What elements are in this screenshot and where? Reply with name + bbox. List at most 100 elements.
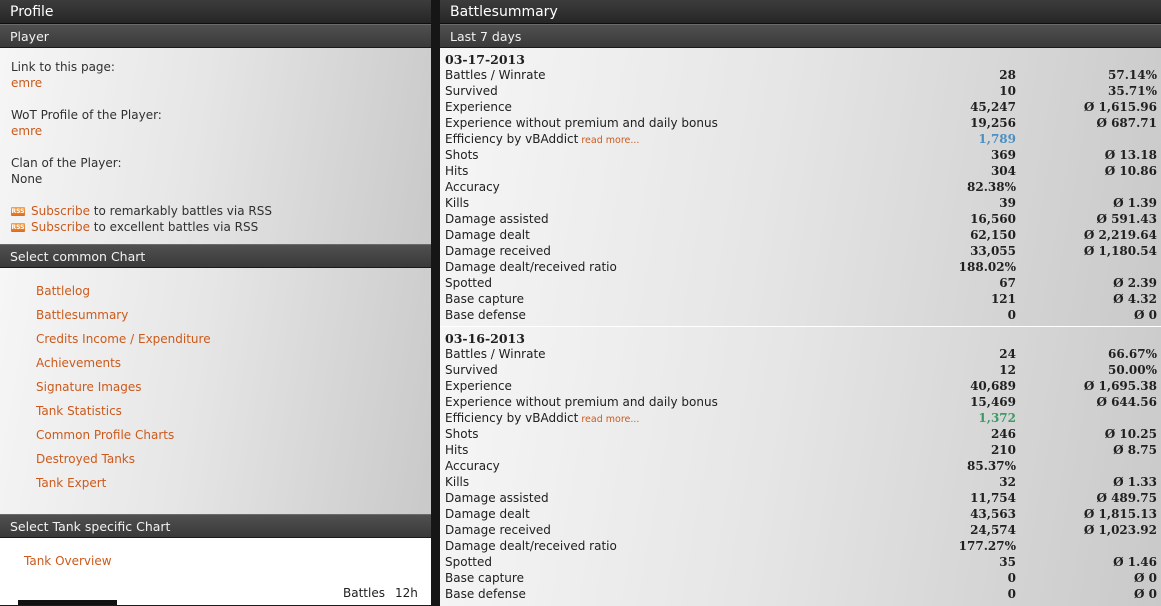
stat-total: 19,256 — [970, 116, 1016, 130]
stat-label-text: Damage dealt — [445, 507, 530, 521]
stat-label-text: Experience without premium and daily bon… — [445, 395, 718, 409]
stat-label: Battles / Winrate — [445, 346, 546, 362]
wot-profile-link[interactable]: emre — [11, 123, 431, 139]
stat-total: 210 — [990, 443, 1016, 457]
stat-label: Base defense — [445, 586, 526, 602]
stat-label: Battles / Winrate — [445, 67, 546, 83]
common-chart-header: Select common Chart — [0, 244, 431, 268]
chart-link-achievements[interactable]: Achievements — [36, 355, 431, 379]
stat-total: 304 — [990, 164, 1016, 178]
column-header-12h[interactable]: 12h — [395, 586, 418, 600]
rss-subscriptions: RSS Subscribe to remarkably battles via … — [11, 203, 431, 235]
stat-total: 24,574 — [970, 523, 1016, 537]
stat-total: 32 — [999, 475, 1016, 489]
read-more-link[interactable]: read more... — [581, 414, 639, 425]
chart-link-tank-expert[interactable]: Tank Expert — [36, 475, 431, 499]
stat-label: Shots — [445, 426, 479, 442]
stat-row: Damage assisted 11,754 Ø 489.75 — [445, 490, 1161, 506]
stat-row: Damage dealt 43,563 Ø 1,815.13 — [445, 506, 1161, 522]
stat-label: Kills — [445, 195, 469, 211]
stat-total: 10 — [999, 84, 1016, 98]
stat-average: Ø 10.25 — [1104, 427, 1157, 441]
subscribe-link[interactable]: Subscribe — [31, 219, 90, 235]
stat-average: Ø 0 — [1134, 571, 1157, 585]
stat-row: Efficiency by vBAddict read more... 1,372 — [445, 410, 1161, 426]
stat-label-text: Spotted — [445, 555, 492, 569]
stat-average: Ø 10.86 — [1104, 164, 1157, 178]
stat-label-text: Survived — [445, 84, 498, 98]
battlesummary-title: Battlesummary — [440, 0, 1161, 24]
tank-overview-link[interactable]: Tank Overview — [24, 554, 112, 568]
stat-total: 24 — [999, 347, 1016, 361]
stat-average: Ø 2.39 — [1113, 276, 1157, 290]
read-more-link[interactable]: read more... — [581, 135, 639, 146]
stat-row: Battles / Winrate 24 66.67% — [445, 346, 1161, 362]
chart-link-destroyed-tanks[interactable]: Destroyed Tanks — [36, 451, 431, 475]
stat-row: Hits 304 Ø 10.86 — [445, 163, 1161, 179]
link-label: Link to this page: — [11, 60, 115, 74]
stat-label-text: Damage assisted — [445, 212, 549, 226]
common-chart-list: Battlelog Battlesummary Credits Income /… — [0, 268, 431, 514]
stat-label: Shots — [445, 147, 479, 163]
stat-average: Ø 4.32 — [1113, 292, 1157, 306]
stat-label-text: Survived — [445, 363, 498, 377]
stat-average: Ø 0 — [1134, 308, 1157, 322]
chart-link-battlesummary[interactable]: Battlesummary — [36, 307, 431, 331]
stat-total: 40,689 — [970, 379, 1016, 393]
column-header-battles[interactable]: Battles — [343, 586, 385, 600]
stat-label: Base capture — [445, 291, 524, 307]
chart-link-battlelog[interactable]: Battlelog — [36, 283, 431, 307]
stat-label: Experience — [445, 99, 512, 115]
stat-label-text: Base defense — [445, 587, 526, 601]
rss-text: to remarkably battles via RSS — [89, 204, 272, 218]
stat-average: Ø 1.39 — [1113, 196, 1157, 210]
chart-link-credits[interactable]: Credits Income / Expenditure — [36, 331, 431, 355]
stat-average: Ø 1,815.13 — [1083, 507, 1157, 521]
subscribe-link[interactable]: Subscribe — [31, 203, 90, 219]
chart-link-tank-statistics[interactable]: Tank Statistics — [36, 403, 431, 427]
stat-row: Experience without premium and daily bon… — [445, 115, 1161, 131]
stat-label-text: Damage assisted — [445, 491, 549, 505]
rss-row: RSS Subscribe to remarkably battles via … — [11, 203, 431, 219]
stat-label-text: Efficiency by vBAddict — [445, 132, 579, 146]
stat-average: Ø 1,615.96 — [1083, 100, 1157, 114]
stat-row: Base defense 0 Ø 0 — [445, 307, 1161, 323]
stat-total: 62,150 — [970, 228, 1016, 242]
stat-row: Survived 10 35.71% — [445, 83, 1161, 99]
stat-label: Damage dealt/received ratio — [445, 538, 617, 554]
player-section-header: Player — [0, 24, 431, 48]
page-link[interactable]: emre — [11, 75, 431, 91]
stat-average: 50.00% — [1108, 363, 1157, 377]
chart-link-common-profile-charts[interactable]: Common Profile Charts — [36, 427, 431, 451]
stat-total: 85.37% — [967, 459, 1016, 473]
stat-label-text: Damage received — [445, 523, 551, 537]
stat-label-text: Hits — [445, 164, 469, 178]
stat-total: 0 — [1007, 308, 1016, 322]
stat-label-text: Battles / Winrate — [445, 347, 546, 361]
stat-row: Base capture 0 Ø 0 — [445, 570, 1161, 586]
stat-total: 188.02% — [958, 260, 1016, 274]
stat-total: 0 — [1007, 587, 1016, 601]
stat-label-text: Experience — [445, 100, 512, 114]
stat-average: Ø 0 — [1134, 587, 1157, 601]
stat-label: Base capture — [445, 570, 524, 586]
stat-total: 33,055 — [970, 244, 1016, 258]
stat-total: 121 — [990, 292, 1016, 306]
chart-link-signature-images[interactable]: Signature Images — [36, 379, 431, 403]
stat-total: 369 — [990, 148, 1016, 162]
stat-label: Base defense — [445, 307, 526, 323]
stat-average: Ø 1,180.54 — [1083, 244, 1157, 258]
stat-label: Hits — [445, 163, 468, 179]
rss-row: RSS Subscribe to excellent battles via R… — [11, 219, 431, 235]
efficiency-value: 1,789 — [978, 132, 1016, 146]
stat-row: Experience without premium and daily bon… — [445, 394, 1161, 410]
stat-row: Base defense 0 Ø 0 — [445, 586, 1161, 602]
stat-label: Hits — [445, 442, 468, 458]
stat-total: 177.27% — [958, 539, 1016, 553]
day-date: 03-17-2013 — [445, 52, 525, 67]
stat-label-text: Experience — [445, 379, 512, 393]
stat-average: Ø 1.33 — [1113, 475, 1157, 489]
rss-icon: RSS — [11, 222, 25, 232]
stat-average: Ø 591.43 — [1096, 212, 1157, 226]
stat-label: Spotted — [445, 554, 492, 570]
